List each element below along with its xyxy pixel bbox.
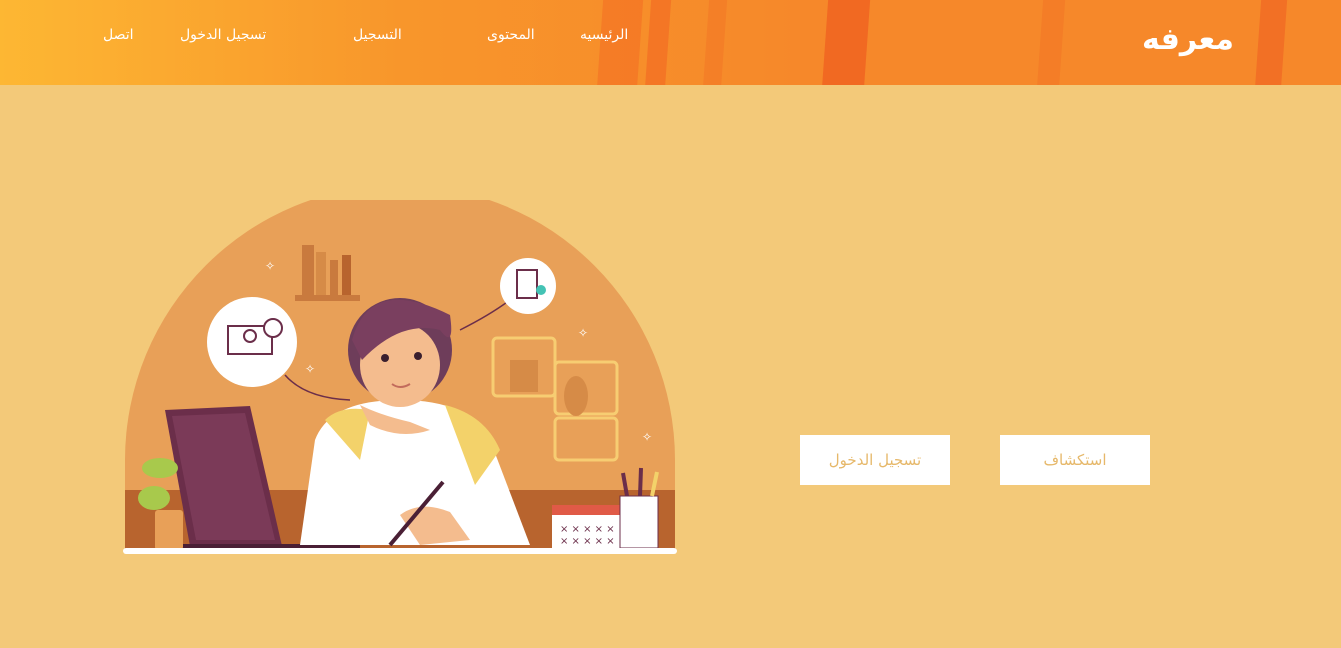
nav-contact[interactable]: اتصل bbox=[103, 27, 134, 43]
sparkle-icon: ✧ bbox=[642, 430, 652, 444]
header-decoration bbox=[702, 0, 728, 85]
header-decoration bbox=[644, 0, 672, 85]
nav-register[interactable]: التسجيل bbox=[353, 27, 402, 43]
nav-home[interactable]: الرئيسيه bbox=[580, 27, 628, 43]
nav-login[interactable]: تسجيل الدخول bbox=[180, 27, 266, 43]
header-decoration bbox=[1254, 0, 1288, 85]
hero-illustration: × × × × × × × × × × ✧ ✧ ✧ ✧ bbox=[100, 185, 700, 564]
studying-girl-illustration: × × × × × × × × × × ✧ ✧ ✧ ✧ bbox=[123, 185, 677, 554]
calendar-marks: × × × × × bbox=[560, 524, 615, 535]
header-decoration bbox=[821, 0, 871, 85]
sparkle-icon: ✧ bbox=[265, 259, 275, 273]
sparkle-icon: ✧ bbox=[305, 362, 315, 376]
brand-logo[interactable]: معرفه bbox=[1142, 22, 1234, 57]
header-decoration bbox=[1036, 0, 1066, 85]
calendar-marks: × × × × × bbox=[560, 536, 615, 547]
nav-content[interactable]: المحتوى bbox=[487, 27, 535, 43]
explore-button[interactable]: استكشاف bbox=[1000, 435, 1150, 485]
sparkle-icon: ✧ bbox=[578, 326, 588, 340]
login-button[interactable]: تسجيل الدخول bbox=[800, 435, 950, 485]
top-header: معرفه الرئيسيه المحتوى التسجيل تسجيل الد… bbox=[0, 0, 1341, 85]
